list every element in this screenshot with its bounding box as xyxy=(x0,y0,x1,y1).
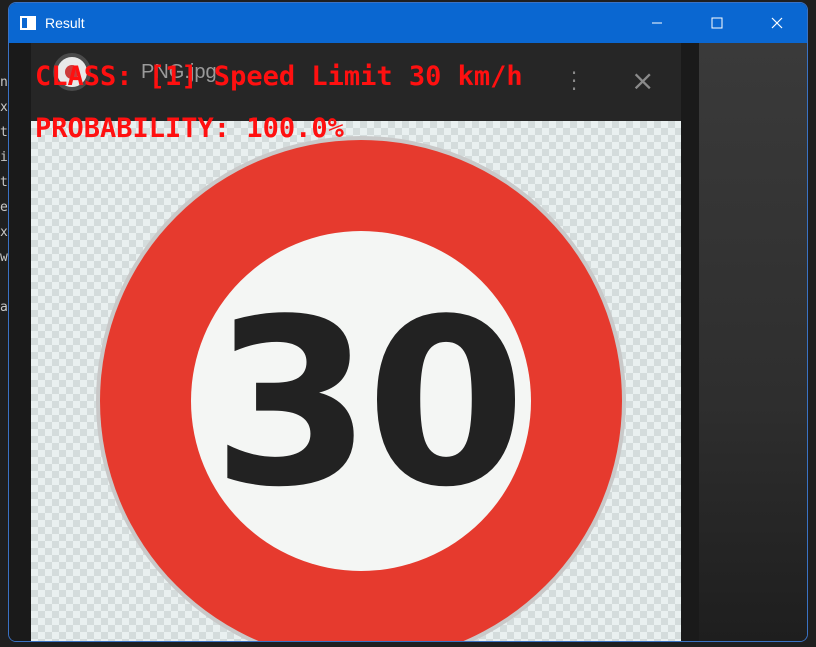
window-controls xyxy=(627,3,807,43)
app-window-icon xyxy=(20,16,36,30)
class-prediction-label: CLASS: [1] Speed Limit 30 km/h xyxy=(35,61,523,92)
viewer-close-icon: × xyxy=(631,64,655,97)
viewer-more-icon: · · · xyxy=(570,61,578,101)
title-bar[interactable]: Result xyxy=(9,3,807,43)
window-title: Result xyxy=(45,15,85,31)
close-button[interactable] xyxy=(747,3,807,43)
sign-number: 30 xyxy=(212,271,520,538)
speed-limit-sign: 30 xyxy=(96,136,626,641)
camera-feed-image: PNG.jpg · · · × 30 CLASS: [1] Speed Limit … xyxy=(9,43,807,641)
minimize-icon xyxy=(652,22,662,24)
maximize-button[interactable] xyxy=(687,3,747,43)
maximize-icon xyxy=(711,17,723,29)
background-wall xyxy=(699,43,807,641)
minimize-button[interactable] xyxy=(627,3,687,43)
probability-label: PROBABILITY: 100.0% xyxy=(35,113,344,144)
result-window: Result PNG.jpg · · · × 30 CLASS: [1] Spe… xyxy=(8,2,808,642)
close-icon xyxy=(771,17,783,29)
